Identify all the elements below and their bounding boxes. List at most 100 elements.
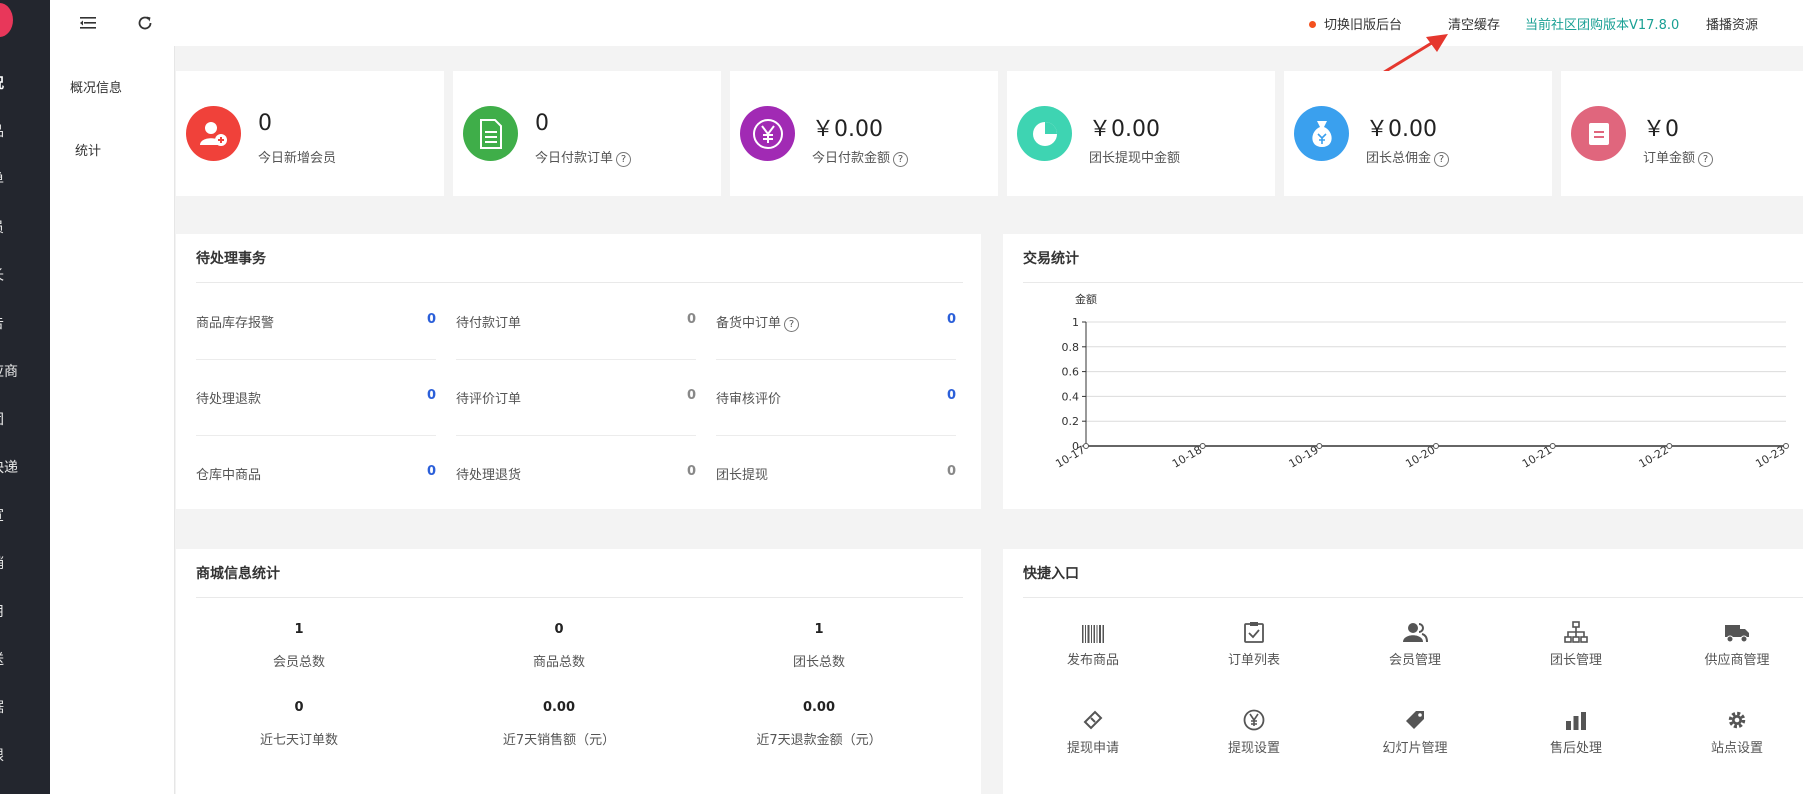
- broadcast-resources-link[interactable]: 播播资源: [1706, 14, 1758, 33]
- sidebar-item-goods[interactable]: 品: [0, 123, 50, 141]
- data-point[interactable]: [1549, 443, 1556, 449]
- sidebar-item-supplier[interactable]: 应商: [0, 363, 50, 381]
- sidebar-item-express[interactable]: 快递: [0, 459, 50, 477]
- stat-label-wrap: 团长总佣金?: [1366, 147, 1450, 167]
- users-icon: [1355, 613, 1475, 643]
- help-icon[interactable]: ?: [784, 317, 800, 332]
- logo[interactable]: [0, 3, 13, 37]
- sidebar-item-notice[interactable]: 告: [0, 315, 50, 333]
- pie-icon: [1017, 106, 1072, 161]
- data-point[interactable]: [1433, 443, 1439, 449]
- gear-icon: [1677, 701, 1797, 731]
- todo-item[interactable]: 仓库中商品 0: [196, 436, 436, 512]
- todo-label: 备货中订单: [716, 316, 782, 331]
- data-point[interactable]: [1316, 443, 1323, 449]
- tag-icon: [1355, 701, 1475, 731]
- quick-entry-ticket[interactable]: 提现申请: [1033, 701, 1153, 756]
- sidebar-item-leader[interactable]: 长: [0, 267, 50, 285]
- menu-toggle-icon[interactable]: [77, 12, 99, 34]
- data-point[interactable]: [1783, 443, 1789, 449]
- sidebar-item-sales[interactable]: 销: [0, 555, 50, 573]
- quick-entry-yen-circle[interactable]: 提现设置: [1194, 701, 1314, 756]
- sidebar-item-permission[interactable]: 限: [0, 747, 50, 765]
- sidebar-item-promo[interactable]: 宣: [0, 507, 50, 525]
- document-icon: [463, 106, 518, 161]
- data-point[interactable]: [1666, 443, 1673, 449]
- data-point[interactable]: [1199, 443, 1206, 449]
- todo-item[interactable]: 待处理退款 0: [196, 360, 436, 436]
- sidebar-item-dashboard[interactable]: 况: [0, 75, 50, 93]
- yen-circle-icon: [1194, 701, 1314, 731]
- top-bar: 切换旧版后台 清空缓存 当前社区团购版本V17.8.0 播播资源: [50, 0, 1803, 46]
- todo-item[interactable]: 备货中订单? 0: [716, 284, 956, 360]
- data-point[interactable]: [1083, 443, 1089, 449]
- todo-title: 待处理事务: [196, 251, 266, 267]
- todo-label: 仓库中商品: [196, 468, 262, 483]
- quick-entry-truck[interactable]: 供应商管理: [1677, 613, 1797, 668]
- mall-stat-value: 0.00: [542, 700, 576, 715]
- todo-label-wrap: 待处理退款: [196, 388, 261, 407]
- stat-card: ￥0 订单金额?: [1561, 71, 1803, 196]
- mall-stat-label: 商品总数: [532, 655, 585, 670]
- quick-entry-users[interactable]: 会员管理: [1355, 613, 1475, 668]
- todo-label: 待审核评价: [716, 392, 782, 407]
- quick-entry-bars[interactable]: 售后处理: [1516, 701, 1636, 756]
- todo-item[interactable]: 商品库存报警 0: [196, 284, 436, 360]
- sidebar-item-group[interactable]: 团: [0, 411, 50, 429]
- mall-stat-label: 会员总数: [272, 655, 325, 670]
- quick-entry-tag[interactable]: 幻灯片管理: [1355, 701, 1475, 756]
- todo-item[interactable]: 待付款订单 0: [456, 284, 696, 360]
- todo-item[interactable]: 团长提现 0: [716, 436, 956, 512]
- quick-entry-org-chart[interactable]: 团长管理: [1516, 613, 1636, 668]
- todo-value: 0: [686, 388, 696, 403]
- bars-icon: [1516, 701, 1636, 731]
- user-add-icon: [186, 106, 241, 161]
- help-icon[interactable]: ?: [616, 152, 632, 167]
- sidebar-item-label: 用: [0, 603, 50, 621]
- quick-entry-gear[interactable]: 站点设置: [1677, 701, 1797, 756]
- quick-entry-label: 提现设置: [1227, 741, 1280, 756]
- quick-entry-clipboard-check[interactable]: 订单列表: [1194, 613, 1314, 668]
- version-link[interactable]: 当前社区团购版本V17.8.0: [1525, 14, 1679, 33]
- subnav-item-statistics[interactable]: 统计: [75, 140, 101, 159]
- help-icon[interactable]: ?: [1434, 152, 1450, 167]
- sidebar-item-label: 员: [0, 219, 50, 237]
- sidebar-item-apps[interactable]: 用: [0, 603, 50, 621]
- status-dot: [1309, 21, 1316, 28]
- todo-label-wrap: 团长提现: [716, 464, 768, 483]
- refresh-icon[interactable]: [134, 12, 156, 34]
- help-icon[interactable]: ?: [893, 152, 909, 167]
- x-tick-label: 10-20: [1403, 443, 1437, 470]
- mall-stat: 0.00 近7天退款金额（元）: [689, 700, 949, 748]
- x-tick-label: 10-21: [1520, 443, 1554, 470]
- todo-value: 0: [686, 312, 696, 327]
- sidebar-item-member[interactable]: 员: [0, 219, 50, 237]
- mall-stat-label: 团长总数: [792, 655, 845, 670]
- todo-item[interactable]: 待处理退货 0: [456, 436, 696, 512]
- subnav-item-overview[interactable]: 概况信息: [70, 77, 122, 96]
- stat-value: ￥0: [1643, 117, 1679, 142]
- sidebar-item-data[interactable]: 据: [0, 699, 50, 717]
- clear-cache-button[interactable]: 清空缓存: [1448, 14, 1500, 33]
- todo-item[interactable]: 待审核评价 0: [716, 360, 956, 436]
- mall-title: 商城信息统计: [196, 566, 280, 582]
- trade-chart: 金额00.20.40.60.8110-17 10-18 10-19 10-20 10-2…: [1053, 292, 1789, 471]
- stat-label: 团长总佣金: [1366, 151, 1432, 166]
- sidebar-item-order[interactable]: 单: [0, 171, 50, 189]
- switch-old-admin-link[interactable]: 切换旧版后台: [1309, 14, 1402, 33]
- x-tick-label: 10-18: [1170, 443, 1204, 470]
- quick-entry-label: 幻灯片管理: [1382, 741, 1448, 756]
- stat-card: 0 今日付款订单?: [453, 71, 721, 196]
- quick-entry-label: 订单列表: [1227, 653, 1280, 668]
- help-icon[interactable]: ?: [1698, 152, 1714, 167]
- truck-icon: [1677, 613, 1797, 643]
- quick-entry-barcode[interactable]: 发布商品: [1033, 613, 1153, 668]
- quick-entry-label: 会员管理: [1388, 653, 1441, 668]
- y-tick-label: 0.2: [1062, 415, 1080, 428]
- todo-label: 待处理退款: [196, 392, 262, 407]
- mall-stat-label: 近7天销售额（元）: [502, 733, 616, 748]
- todo-item[interactable]: 待评价订单 0: [456, 360, 696, 436]
- sidebar-item-label: 限: [0, 747, 50, 765]
- sidebar-item-delivery[interactable]: 送: [0, 651, 50, 669]
- todo-value: 0: [946, 388, 956, 403]
